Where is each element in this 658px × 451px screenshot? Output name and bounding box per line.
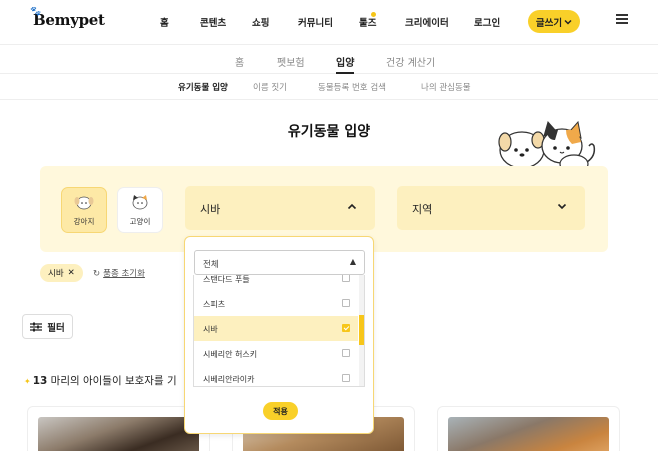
option-label: 스피츠 bbox=[203, 300, 226, 309]
option-label: 시베리안 허스키 bbox=[203, 350, 258, 359]
reset-label: 품종 초기화 bbox=[103, 269, 145, 279]
nav-item-community[interactable]: 커뮤니티 bbox=[298, 15, 333, 29]
main-tabs: 홈 펫보험 입양 건강 계산기 bbox=[0, 44, 658, 74]
tab-home[interactable]: 홈 bbox=[235, 54, 244, 69]
hamburger-menu-icon[interactable] bbox=[616, 14, 628, 24]
result-count: 13 bbox=[32, 375, 48, 387]
option-label: 시바 bbox=[203, 325, 218, 334]
breed-select-value: 시바 bbox=[200, 203, 221, 216]
breed-select[interactable]: 시바 bbox=[185, 186, 375, 230]
nav-item-creator[interactable]: 크리에이터 bbox=[405, 15, 449, 29]
write-button-label: 글쓰기 bbox=[535, 17, 563, 29]
nav-item-shopping[interactable]: 쇼핑 bbox=[252, 15, 269, 29]
tab-health-calculator[interactable]: 건강 계산기 bbox=[386, 54, 435, 69]
sub-tabs: 유기동물 입양 이름 짓기 동물등록 번호 검색 나의 관심동물 bbox=[0, 74, 658, 100]
option-checkbox[interactable] bbox=[342, 324, 350, 332]
paw-icon: 🐾 bbox=[30, 7, 41, 17]
scrollbar-thumb[interactable] bbox=[359, 315, 364, 345]
logo[interactable]: 🐾 Bemypet bbox=[30, 7, 105, 29]
scrollbar-track[interactable] bbox=[359, 275, 364, 386]
reset-breed-link[interactable]: ↻ 품종 초기화 bbox=[93, 267, 145, 279]
breed-dropdown-select[interactable]: 전체 ▲ bbox=[194, 250, 365, 275]
subtab-abandoned-adoption[interactable]: 유기동물 입양 bbox=[178, 81, 228, 93]
pet-card[interactable] bbox=[27, 406, 210, 451]
sparkle-icon: ✦ bbox=[24, 377, 31, 386]
option-checkbox[interactable] bbox=[342, 374, 350, 382]
pet-card[interactable] bbox=[437, 406, 620, 451]
selected-breed-chip[interactable]: 시바 ✕ bbox=[40, 264, 83, 282]
region-select[interactable]: 지역 bbox=[397, 186, 585, 230]
option-checkbox[interactable] bbox=[342, 299, 350, 307]
option-label: 스탠다드 푸들 bbox=[203, 275, 250, 284]
list-item[interactable]: 스피츠 bbox=[194, 291, 358, 316]
subtab-naming[interactable]: 이름 짓기 bbox=[253, 81, 287, 93]
cat-face-icon bbox=[132, 195, 148, 210]
nav-item-content[interactable]: 콘텐츠 bbox=[200, 15, 226, 29]
option-checkbox[interactable] bbox=[342, 275, 350, 282]
filter-button-label: 필터 bbox=[47, 322, 65, 334]
pet-photo bbox=[448, 417, 609, 451]
top-header: 🐾 Bemypet 홈 콘텐츠 쇼핑 커뮤니티 툴즈 크리에이터 로그인 글쓰기 bbox=[0, 0, 658, 44]
tab-pet-insurance[interactable]: 펫보험 bbox=[277, 54, 305, 69]
apply-button[interactable]: 적용 bbox=[263, 402, 298, 420]
nav-item-home[interactable]: 홈 bbox=[160, 15, 169, 29]
list-item[interactable]: 스탠다드 푸들 bbox=[194, 275, 358, 291]
dog-label: 강아지 bbox=[73, 217, 95, 226]
logo-text: Bemypet bbox=[33, 11, 105, 29]
list-item[interactable]: 시베리안 허스키 bbox=[194, 341, 358, 366]
close-icon[interactable]: ✕ bbox=[68, 268, 75, 278]
tab-adoption[interactable]: 입양 bbox=[336, 54, 354, 69]
breed-dropdown-value: 전체 bbox=[203, 260, 219, 270]
breed-dropdown: 전체 ▲ 스탠다드 푸들 스피츠 시바 시베리안 허스키 시베리안라이카 적용 bbox=[184, 236, 374, 434]
cat-label: 고양이 bbox=[129, 217, 151, 226]
chevron-down-icon bbox=[557, 202, 567, 213]
breed-option-list[interactable]: 스탠다드 푸들 스피츠 시바 시베리안 허스키 시베리안라이카 bbox=[193, 275, 365, 387]
new-badge-dot bbox=[371, 12, 376, 17]
list-item[interactable]: 시바 bbox=[194, 316, 358, 341]
list-item[interactable]: 시베리안라이카 bbox=[194, 366, 358, 386]
caret-up-icon: ▲ bbox=[349, 257, 356, 266]
pet-photo bbox=[38, 417, 199, 451]
dog-face-icon bbox=[74, 196, 94, 210]
result-count-text: ✦ 13 마리의 아이들이 보호자를 기 bbox=[24, 373, 177, 388]
write-button[interactable]: 글쓰기 bbox=[528, 10, 580, 33]
option-label: 시베리안라이카 bbox=[203, 375, 255, 384]
nav-item-tools[interactable]: 툴즈 bbox=[359, 15, 376, 29]
chip-label: 시바 bbox=[48, 269, 64, 279]
nav-item-login[interactable]: 로그인 bbox=[474, 15, 500, 29]
filter-button[interactable]: 필터 bbox=[22, 314, 73, 339]
chevron-up-icon bbox=[347, 202, 357, 213]
option-checkbox[interactable] bbox=[342, 349, 350, 357]
subtab-registration-search[interactable]: 동물등록 번호 검색 bbox=[318, 81, 386, 93]
chevron-down-icon bbox=[564, 19, 572, 25]
subtab-favorites[interactable]: 나의 관심동물 bbox=[421, 81, 471, 93]
animal-type-cat-button[interactable]: 고양이 bbox=[117, 187, 163, 233]
result-suffix: 마리의 아이들이 보호자를 기 bbox=[50, 375, 177, 387]
animal-type-dog-button[interactable]: 강아지 bbox=[61, 187, 107, 233]
sliders-icon bbox=[30, 322, 43, 331]
refresh-icon: ↻ bbox=[93, 269, 101, 279]
region-select-value: 지역 bbox=[412, 203, 433, 216]
